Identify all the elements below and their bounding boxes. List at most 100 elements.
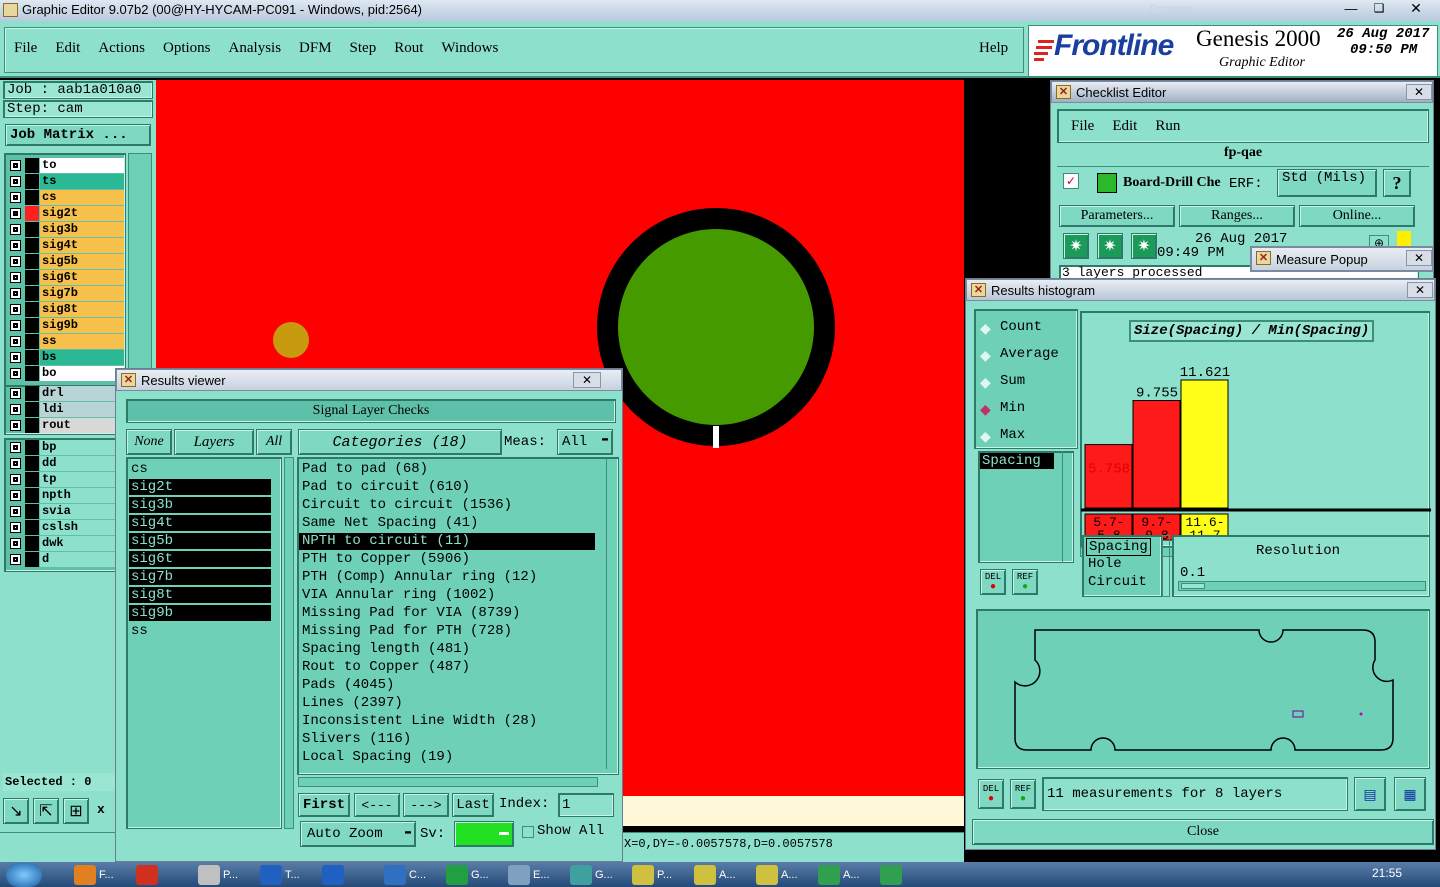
layer-color-swatch[interactable]	[25, 206, 39, 221]
layer-color-swatch[interactable]	[25, 456, 39, 471]
checklist-menu-edit[interactable]: Edit	[1112, 118, 1137, 135]
show-all-checkbox[interactable]	[522, 826, 534, 838]
checklist-help-button[interactable]: ?	[1383, 169, 1411, 197]
layer-color-swatch[interactable]	[25, 488, 39, 503]
all-button[interactable]: All	[256, 429, 292, 455]
layer-checkbox[interactable]	[10, 208, 21, 219]
last-button[interactable]: Last	[452, 793, 494, 817]
del-button-bottom[interactable]: DEL ●	[978, 779, 1004, 809]
layer-color-swatch[interactable]	[25, 270, 39, 285]
layer-name[interactable]: sig2t	[40, 206, 124, 221]
histogram-bar[interactable]	[1180, 379, 1229, 509]
layer-row-tp[interactable]: tp	[8, 472, 124, 487]
taskbar-item[interactable]: A...	[756, 862, 814, 887]
category-item[interactable]: PTH (Comp) Annular ring (12)	[299, 569, 595, 586]
rv-layer-item[interactable]: sig4t	[129, 515, 271, 531]
rv-layer-item[interactable]: sig7b	[129, 569, 271, 585]
radio-diamond-icon[interactable]: ◆	[980, 347, 991, 364]
layer-row-cs[interactable]: cs	[8, 190, 124, 205]
layer-name[interactable]: svia	[40, 504, 124, 519]
layer-row-sig5b[interactable]: sig5b	[8, 254, 124, 269]
snap-tool-icon[interactable]: ⇱	[33, 798, 59, 824]
layer-row-bp[interactable]: bp	[8, 440, 124, 455]
category-item[interactable]: Circuit to circuit (1536)	[299, 497, 595, 514]
category-item[interactable]: Slivers (116)	[299, 731, 595, 748]
layer-checkbox[interactable]	[10, 320, 21, 331]
rv-layer-item[interactable]: sig8t	[129, 587, 271, 603]
layer-row-drl[interactable]: drl	[8, 386, 124, 401]
taskbar-item[interactable]: T...	[260, 862, 318, 887]
layer-checkbox[interactable]	[10, 404, 21, 415]
layer-checkbox[interactable]	[10, 474, 21, 485]
erf-select[interactable]: Std (Mils)	[1277, 169, 1377, 197]
measure-tool-icon[interactable]: ↘	[3, 798, 29, 824]
layers-button[interactable]: Layers	[174, 429, 254, 455]
layer-color-swatch[interactable]	[25, 158, 39, 173]
layer-name[interactable]: sig5b	[40, 254, 124, 269]
help-menu[interactable]: Help	[979, 40, 1008, 57]
layer-checkbox[interactable]	[10, 224, 21, 235]
category-item[interactable]: Local Spacing (19)	[299, 749, 595, 766]
radio-diamond-icon[interactable]: ◆	[980, 428, 991, 445]
option-average[interactable]: ◆ Average	[980, 346, 1070, 364]
layer-name[interactable]: rout	[40, 418, 124, 433]
category-item[interactable]: PTH to Copper (5906)	[299, 551, 595, 568]
layer-row-sig7b[interactable]: sig7b	[8, 286, 124, 301]
layer-row-sig4t[interactable]: sig4t	[8, 238, 124, 253]
close-button[interactable]: ✕	[1396, 0, 1436, 18]
layer-row-svia[interactable]: svia	[8, 504, 124, 519]
layer-color-swatch[interactable]	[25, 418, 39, 433]
layer-color-swatch[interactable]	[25, 472, 39, 487]
rv-layer-item[interactable]: sig6t	[129, 551, 271, 567]
rv-layer-item[interactable]: cs	[129, 461, 271, 477]
layer-checkbox[interactable]	[10, 538, 21, 549]
taskbar-item[interactable]: A...	[818, 862, 876, 887]
checklist-menu-run[interactable]: Run	[1155, 118, 1180, 135]
option-min[interactable]: ◆ Min	[980, 400, 1070, 418]
layer-row-rout[interactable]: rout	[8, 418, 124, 433]
layer-row-dd[interactable]: dd	[8, 456, 124, 471]
category-item[interactable]: VIA Annular ring (1002)	[299, 587, 595, 604]
category-item[interactable]: Missing Pad for PTH (728)	[299, 623, 595, 640]
category-item[interactable]: Missing Pad for VIA (8739)	[299, 605, 595, 622]
option-sum[interactable]: ◆ Sum	[980, 373, 1070, 391]
layer-color-swatch[interactable]	[25, 504, 39, 519]
option-count[interactable]: ◆ Count	[980, 319, 1070, 337]
rv-layer-item[interactable]: sig2t	[129, 479, 271, 495]
rv-layer-item[interactable]: sig5b	[129, 533, 271, 549]
layer-color-swatch[interactable]	[25, 440, 39, 455]
layer-name[interactable]: d	[40, 552, 124, 567]
category-item[interactable]: Pad to circuit (610)	[299, 479, 595, 496]
resolution-slider[interactable]	[1178, 581, 1426, 591]
layer-row-npth[interactable]: npth	[8, 488, 124, 503]
radio-diamond-icon[interactable]: ◆	[980, 374, 991, 391]
layer-name[interactable]: sig3b	[40, 222, 124, 237]
minimize-button[interactable]: —	[1338, 1, 1364, 18]
layer-checkbox[interactable]	[10, 490, 21, 501]
layer-checkbox[interactable]	[10, 240, 21, 251]
layer-color-swatch[interactable]	[25, 318, 39, 333]
checklist-close[interactable]: ✕	[1406, 84, 1432, 100]
check-status-icon[interactable]: ✓	[1063, 173, 1079, 189]
taskbar-item[interactable]: F...	[74, 862, 132, 887]
category-item[interactable]: Inconsistent Line Width (28)	[299, 713, 595, 730]
layer-checkbox[interactable]	[10, 522, 21, 533]
layer-row-ss[interactable]: ss	[8, 334, 124, 349]
prev-button[interactable]: <---	[354, 793, 400, 817]
menu-analysis[interactable]: Analysis	[229, 40, 282, 57]
start-button[interactable]	[6, 863, 42, 887]
category-item[interactable]: NPTH to circuit (11)	[299, 533, 595, 550]
rv-layer-item[interactable]: ss	[129, 623, 271, 639]
histogram-close-x[interactable]: ✕	[1407, 282, 1433, 298]
auto-zoom-select[interactable]: Auto Zoom ▬	[300, 821, 416, 847]
layer-checkbox[interactable]	[10, 272, 21, 283]
taskbar-item[interactable]: E...	[508, 862, 566, 887]
layer-name[interactable]: sig6t	[40, 270, 124, 285]
report-icon[interactable]: ▦	[1394, 777, 1426, 811]
layer-name[interactable]: sig4t	[40, 238, 124, 253]
histogram-close-button[interactable]: Close	[972, 819, 1434, 845]
categories-button[interactable]: Categories (18)	[298, 429, 502, 455]
layer-color-swatch[interactable]	[25, 520, 39, 535]
none-button[interactable]: None	[126, 429, 172, 455]
layer-row-dwk[interactable]: dwk	[8, 536, 124, 551]
